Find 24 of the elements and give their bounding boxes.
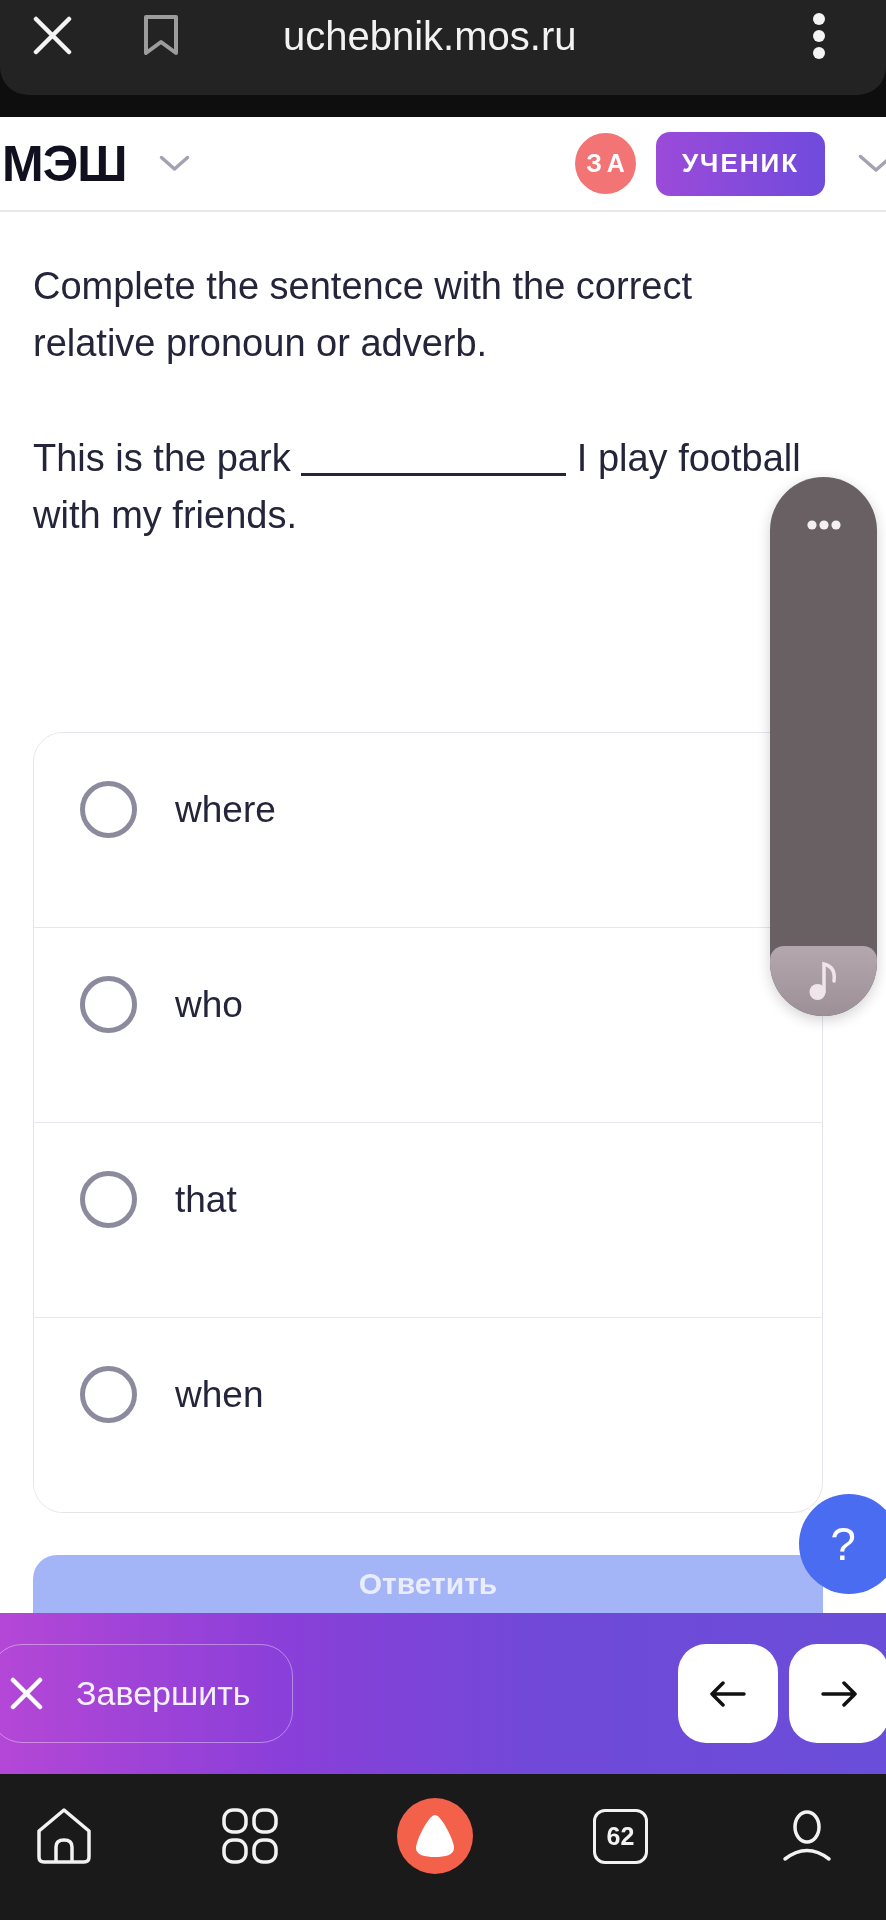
music-note-icon xyxy=(808,961,839,1001)
music-button[interactable] xyxy=(770,946,877,1016)
radio-icon[interactable] xyxy=(80,1171,137,1228)
bookmark-icon[interactable] xyxy=(143,14,179,56)
more-icon[interactable] xyxy=(806,520,841,530)
role-button[interactable]: УЧЕНИК xyxy=(656,131,825,196)
grid-icon[interactable] xyxy=(222,1808,278,1864)
tab-count-button[interactable]: 62 xyxy=(593,1808,648,1864)
close-icon[interactable] xyxy=(33,16,72,55)
site-logo[interactable]: МЭШ xyxy=(2,138,127,189)
arrow-right-icon xyxy=(820,1680,858,1707)
forward-button[interactable] xyxy=(789,1644,886,1743)
profile-icon[interactable] xyxy=(782,1810,832,1862)
close-icon xyxy=(10,1677,43,1710)
more-menu-icon[interactable] xyxy=(812,12,826,60)
url-text[interactable]: uchebnik.mos.ru xyxy=(283,14,577,58)
back-button[interactable] xyxy=(678,1644,778,1743)
radio-icon[interactable] xyxy=(80,1366,137,1423)
radio-icon[interactable] xyxy=(80,976,137,1033)
instruction-text: Complete the sentence with the correct relative pronoun or adverb. xyxy=(33,264,693,366)
help-button[interactable]: ? xyxy=(799,1494,886,1594)
home-icon[interactable] xyxy=(36,1807,92,1865)
radio-icon[interactable] xyxy=(80,781,137,838)
arrow-left-icon xyxy=(709,1680,747,1707)
